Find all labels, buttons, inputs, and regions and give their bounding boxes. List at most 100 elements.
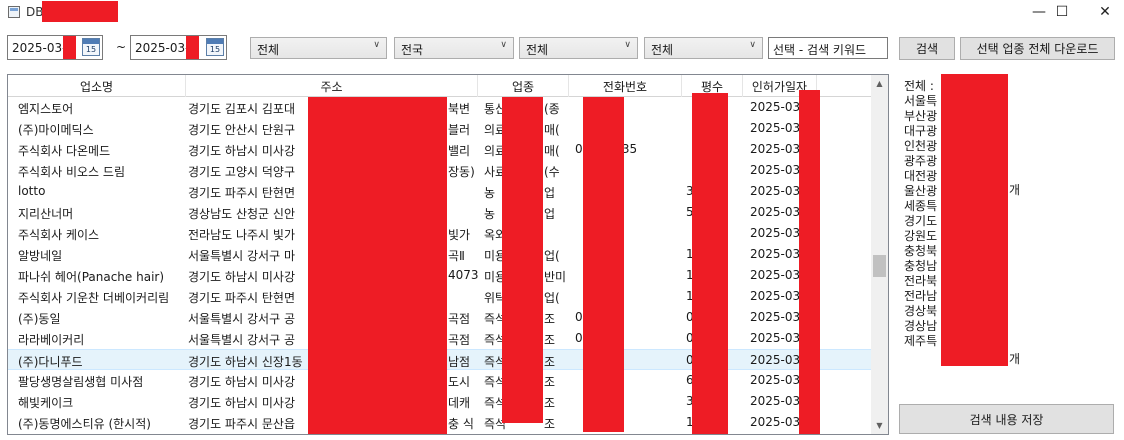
cell-name: 해빛케이크: [18, 396, 74, 410]
cell-date: 2025-03-: [750, 163, 805, 177]
cell-type-tail: 조: [544, 355, 556, 369]
cell-date: 2025-03-: [750, 184, 805, 198]
cell-type-tail: 조: [544, 333, 556, 347]
cell-type-tail: (종: [544, 102, 560, 116]
column-header-name[interactable]: 업소명: [8, 75, 186, 97]
cell-date: 2025-03-: [750, 121, 805, 135]
cell-type-tail: 매(: [544, 144, 560, 158]
stat-suffix: 개: [1009, 352, 1021, 366]
column-header-phone[interactable]: 전화번호: [569, 75, 682, 97]
cell-addr-tail: 데캐: [448, 396, 471, 410]
category-select[interactable]: 전체 ∨: [250, 37, 387, 59]
business-type-select-value: 전체: [651, 43, 674, 57]
cell-name: (주)동일: [18, 312, 61, 326]
redaction-box: [799, 90, 820, 434]
business-type-select[interactable]: 전체 ∨: [644, 37, 763, 59]
cell-addr-tail: 북변: [448, 102, 471, 116]
redaction-box: [583, 97, 624, 432]
maximize-button[interactable]: ☐: [1039, 0, 1085, 24]
cell-date: 2025-03-: [750, 142, 805, 156]
stat-suffix: 개: [1009, 183, 1021, 197]
search-button[interactable]: 검색: [899, 37, 955, 60]
cell-type-tail: 조: [544, 312, 556, 326]
cell-date: 2025-03-: [750, 353, 805, 367]
region-select[interactable]: 전국 ∨: [394, 37, 514, 59]
cell-address: 경기도 고양시 덕양구: [188, 165, 295, 179]
title-bar: DB — ☐ ✕: [0, 0, 1124, 26]
redaction-box: [186, 36, 199, 59]
date-from-value: 2025-03-: [12, 41, 67, 55]
region-select-value: 전국: [401, 43, 424, 57]
cell-type-tail: 조: [544, 417, 556, 431]
subregion-select[interactable]: 전체 ∨: [519, 37, 638, 59]
cell-type-tail: 업(: [544, 291, 560, 305]
cell-addr-tail: 도시: [448, 375, 471, 389]
date-separator: ~: [116, 40, 127, 54]
cell-type-tail: 매(: [544, 123, 560, 137]
cell-name: 주식회사 케이스: [18, 228, 100, 242]
chevron-down-icon: ∨: [500, 40, 507, 50]
cell-address: 서울특별시 강서구 공: [188, 333, 295, 347]
cell-date: 2025-03-: [750, 247, 805, 261]
save-results-button[interactable]: 검색 내용 저장: [899, 404, 1114, 434]
cell-addr-tail: 빛가: [448, 228, 471, 242]
cell-name: 지리산너머: [18, 207, 74, 221]
cell-date: 2025-03-: [750, 331, 805, 345]
cell-addr-tail: 블러: [448, 123, 471, 137]
column-header-type[interactable]: 업종: [478, 75, 569, 97]
app-icon: [8, 6, 20, 18]
cell-type-tail: (수: [544, 165, 560, 179]
redaction-box: [692, 93, 728, 434]
cell-type-tail: 반미: [544, 270, 567, 284]
redaction-box: [502, 97, 543, 423]
calendar-icon[interactable]: 15: [206, 38, 224, 56]
scroll-up-icon[interactable]: ▲: [871, 75, 888, 92]
cell-address: 경기도 하남시 신장1동: [188, 355, 303, 369]
keyword-input[interactable]: 선택 - 검색 키워드: [768, 37, 888, 59]
cell-date: 2025-03-: [750, 289, 805, 303]
vertical-scrollbar[interactable]: ▲ ▼: [871, 75, 888, 434]
cell-type: 농: [484, 207, 496, 221]
column-header-address[interactable]: 주소: [186, 75, 478, 97]
cell-date: 2025-03-: [750, 100, 805, 114]
cell-name: 주식회사 다온메드: [18, 144, 111, 158]
calendar-icon[interactable]: 15: [82, 38, 100, 56]
cell-name: (주)마이메딕스: [18, 123, 94, 137]
scrollbar-thumb[interactable]: [873, 255, 886, 277]
cell-type-tail: 업: [544, 186, 556, 200]
close-button[interactable]: ✕: [1082, 0, 1124, 24]
cell-address: 경기도 하남시 미사강: [188, 270, 295, 284]
cell-type-tail: 업: [544, 207, 556, 221]
cell-type-tail: 조: [544, 375, 556, 389]
cell-name: 라라베이커리: [18, 333, 85, 347]
cell-address: 경기도 파주시 문산읍: [188, 417, 295, 431]
date-to-value: 2025-03-: [135, 41, 190, 55]
window-title: DB: [26, 5, 44, 19]
cell-date: 2025-03-: [750, 226, 805, 240]
scroll-down-icon[interactable]: ▼: [871, 417, 888, 434]
cell-address: 경기도 하남시 미사강: [188, 375, 295, 389]
cell-name: 엠지스토어: [18, 102, 74, 116]
redaction-box: [63, 36, 76, 59]
download-all-button[interactable]: 선택 업종 전체 다운로드: [960, 37, 1115, 60]
cell-addr-tail: 밸리: [448, 144, 471, 158]
cell-date: 2025-03-: [750, 415, 805, 429]
cell-name: 팔당생명살림생협 미사점: [18, 375, 144, 389]
cell-addr-tail: 남점: [448, 355, 471, 369]
cell-name: (주)다니푸드: [18, 355, 83, 369]
chevron-down-icon: ∨: [749, 40, 756, 50]
date-from-field[interactable]: 2025-03- 15: [7, 35, 103, 60]
results-table: 업소명 주소 업종 전화번호 평수 인허가일자 엠지스토어 경기도 김포시 김포대…: [7, 74, 889, 435]
cell-type-tail: 업(: [544, 249, 560, 263]
category-select-value: 전체: [257, 43, 280, 57]
cell-name: lotto: [18, 184, 46, 198]
cell-addr-tail: 곡점: [448, 333, 471, 347]
redaction-box: [941, 74, 1008, 366]
cell-address: 경기도 하남시 미사강: [188, 396, 295, 410]
date-to-field[interactable]: 2025-03- 15: [130, 35, 227, 60]
chevron-down-icon: ∨: [624, 40, 631, 50]
cell-address: 경기도 하남시 미사강: [188, 144, 295, 158]
redaction-box: [308, 97, 447, 434]
cell-address: 경기도 파주시 탄현면: [188, 186, 295, 200]
cell-addr-tail: 곡Ⅱ: [448, 249, 465, 263]
